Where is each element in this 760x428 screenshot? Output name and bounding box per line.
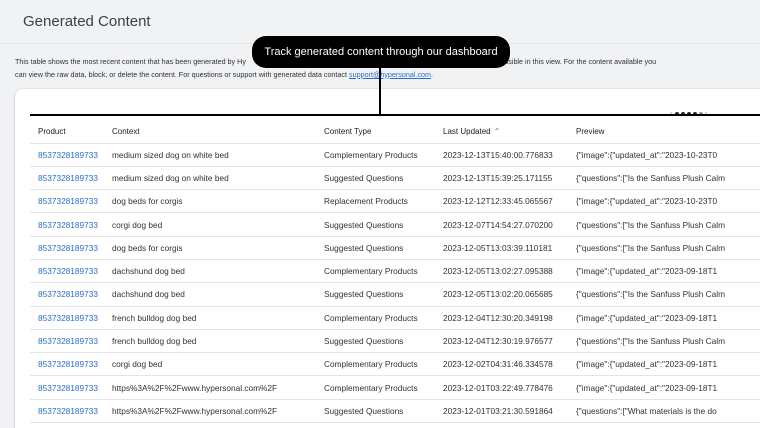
table-row[interactable]: 8537328189733 french bulldog dog bed Com…: [30, 306, 760, 330]
table-row[interactable]: 8537328189733 corgi dog bed Complementar…: [30, 352, 760, 377]
content-type-cell: Suggested Questions: [324, 236, 443, 260]
context-cell: corgi dog bed: [112, 352, 324, 377]
product-link[interactable]: 8537328189733: [30, 212, 112, 237]
product-link[interactable]: 8537328189733: [30, 166, 112, 191]
content-type-cell: Replacement Products: [324, 189, 443, 214]
column-header-last-updated[interactable]: Last Updated ⌃: [443, 120, 576, 144]
product-link[interactable]: 8537328189733: [30, 352, 112, 377]
table-row[interactable]: 8537328189733 french bulldog dog bed Sug…: [30, 329, 760, 354]
preview-cell: {"questions":["Is the Sanfuss Plush Calm: [576, 329, 760, 354]
last-updated-cell: 2023-12-13T15:39:25.171155: [443, 166, 576, 191]
product-link[interactable]: 8537328189733: [30, 329, 112, 354]
context-cell: dog beds for corgis: [112, 236, 324, 260]
tooltip-connector-vertical: [379, 68, 381, 115]
product-link[interactable]: 8537328189733: [30, 236, 112, 260]
content-type-cell: Complementary Products: [324, 375, 443, 400]
last-updated-cell: 2023-12-13T15:40:00.776833: [443, 143, 576, 167]
sort-up-icon[interactable]: ⌃: [494, 127, 501, 136]
product-link[interactable]: 8537328189733: [30, 399, 112, 424]
context-cell: medium sized dog on white bed: [112, 143, 324, 167]
last-updated-cell: 2023-12-04T12:30:19.976577: [443, 329, 576, 354]
tour-tooltip: Track generated content through our dash…: [252, 36, 510, 68]
preview-cell: {"image":{"updated_at":"2023-09-18T1: [576, 259, 760, 284]
last-updated-cell: 2023-12-01T03:21:30.591864: [443, 399, 576, 424]
last-updated-cell: 2023-12-05T13:03:39.110181: [443, 236, 576, 260]
preview-cell: {"image":{"updated_at":"2023-10-23T0: [576, 143, 760, 167]
preview-cell: {"questions":["Is the Sanfuss Plush Calm: [576, 282, 760, 307]
preview-cell: {"image":{"updated_at":"2023-09-18T1: [576, 375, 760, 400]
preview-cell: {"image":{"updated_at":"2023-09-18T1: [576, 352, 760, 377]
content-type-cell: Suggested Questions: [324, 166, 443, 191]
content-type-cell: Suggested Questions: [324, 212, 443, 237]
content-type-cell: Complementary Products: [324, 143, 443, 167]
preview-cell: {"image":{"updated_at":"2023-10-23T0: [576, 189, 760, 214]
product-link[interactable]: 8537328189733: [30, 259, 112, 284]
preview-cell: {"questions":["What materials is the do: [576, 399, 760, 424]
product-link[interactable]: 8537328189733: [30, 189, 112, 214]
preview-cell: {"image":{"updated_at":"2023-09-18T1: [576, 306, 760, 330]
context-cell: medium sized dog on white bed: [112, 166, 324, 191]
table-row[interactable]: 8537328189733 medium sized dog on white …: [30, 166, 760, 191]
table-row[interactable]: 8537328189733 dog beds for corgis Sugges…: [30, 236, 760, 260]
table-row[interactable]: 8537328189733 https%3A%2F%2Fwww.hyperson…: [30, 399, 760, 424]
tooltip-connector-horizontal: [30, 114, 760, 116]
last-updated-cell: 2023-12-01T03:22:49.778476: [443, 375, 576, 400]
preview-cell: {"questions":["Is the Sanfuss Plush Calm: [576, 236, 760, 260]
description-part1: This table shows the most recent content…: [15, 57, 246, 66]
context-cell: dachshund dog bed: [112, 259, 324, 284]
table-header-row: Product Context Content Type Last Update…: [30, 120, 760, 144]
column-header-product[interactable]: Product: [30, 120, 112, 144]
table-row[interactable]: 8537328189733 corgi dog bed Suggested Qu…: [30, 212, 760, 237]
product-link[interactable]: 8537328189733: [30, 306, 112, 330]
last-updated-cell: 2023-12-02T04:31:46.334578: [443, 352, 576, 377]
table-row[interactable]: 8537328189733 dog beds for corgis Replac…: [30, 189, 760, 214]
preview-cell: {"questions":["Is the Sanfuss Plush Calm: [576, 166, 760, 191]
table-row[interactable]: 8537328189733 dachshund dog bed Compleme…: [30, 259, 760, 284]
last-updated-cell: 2023-12-12T12:33:45.065567: [443, 189, 576, 214]
product-link[interactable]: 8537328189733: [30, 375, 112, 400]
description-end: .: [431, 69, 434, 79]
context-cell: dachshund dog bed: [112, 282, 324, 307]
content-type-cell: Suggested Questions: [324, 282, 443, 307]
last-updated-cell: 2023-12-07T14:54:27.070200: [443, 212, 576, 237]
product-link[interactable]: 8537328189733: [30, 143, 112, 167]
content-type-cell: Complementary Products: [324, 259, 443, 284]
table-row[interactable]: 8537328189733 medium sized dog on white …: [30, 143, 760, 167]
content-type-cell: Suggested Questions: [324, 399, 443, 424]
last-updated-cell: 2023-12-05T13:02:27.095388: [443, 259, 576, 284]
last-updated-cell: 2023-12-04T12:30:20.349198: [443, 306, 576, 330]
product-link[interactable]: 8537328189733: [30, 282, 112, 307]
context-cell: dog beds for corgis: [112, 189, 324, 214]
context-cell: french bulldog dog bed: [112, 306, 324, 330]
generated-content-table: Product Context Content Type Last Update…: [30, 120, 760, 424]
column-header-preview[interactable]: Preview: [576, 120, 760, 144]
context-cell: https%3A%2F%2Fwww.hypersonal.com%2F: [112, 399, 324, 424]
column-header-content-type[interactable]: Content Type: [324, 120, 443, 144]
context-cell: french bulldog dog bed: [112, 329, 324, 354]
context-cell: https%3A%2F%2Fwww.hypersonal.com%2F: [112, 375, 324, 400]
column-header-context[interactable]: Context: [112, 120, 324, 144]
preview-cell: {"questions":["Is the Sanfuss Plush Calm: [576, 212, 760, 237]
table-row[interactable]: 8537328189733 https%3A%2F%2Fwww.hyperson…: [30, 375, 760, 400]
support-email-link[interactable]: support@hypersonal.com: [349, 70, 431, 79]
description-line2: can view the raw data, block, or delete …: [15, 69, 350, 79]
content-type-cell: Suggested Questions: [324, 329, 443, 354]
last-updated-cell: 2023-12-05T13:02:20.065685: [443, 282, 576, 307]
table-row[interactable]: 8537328189733 dachshund dog bed Suggeste…: [30, 282, 760, 307]
last-updated-label: Last Updated: [443, 126, 491, 136]
context-cell: corgi dog bed: [112, 212, 324, 237]
content-type-cell: Complementary Products: [324, 306, 443, 330]
content-type-cell: Complementary Products: [324, 352, 443, 377]
page-title: Generated Content: [23, 13, 151, 30]
